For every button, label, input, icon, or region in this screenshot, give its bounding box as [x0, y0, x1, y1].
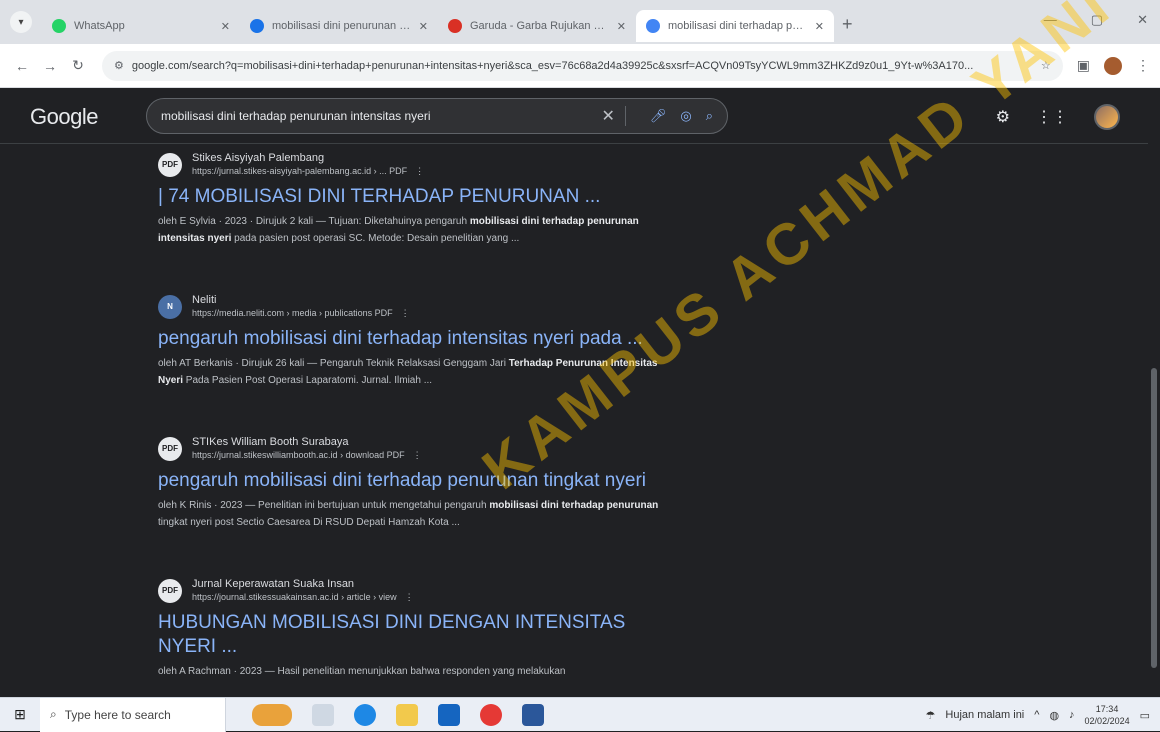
maximize-button[interactable]: ▢: [1091, 12, 1103, 28]
more-options-icon[interactable]: ⋮: [401, 308, 410, 318]
result-source[interactable]: Jurnal Keperawatan Suaka Insan: [192, 578, 414, 590]
weather-text[interactable]: Hujan malam ini: [945, 709, 1024, 721]
clock[interactable]: 17:34 02/02/2024: [1085, 703, 1130, 727]
search-input[interactable]: [161, 109, 594, 123]
close-icon[interactable]: ✕: [617, 20, 626, 33]
pdf-icon: PDF: [158, 152, 182, 177]
search-result: PDF STIKes William Booth Surabaya https:…: [158, 436, 678, 531]
result-title-link[interactable]: HUBUNGAN MOBILISASI DINI DENGAN INTENSIT…: [158, 611, 628, 659]
search-box: ✕ 🎤︎ ◎ ⌕: [146, 98, 728, 134]
clear-icon[interactable]: ✕: [601, 106, 614, 126]
pdf-icon: PDF: [158, 578, 182, 603]
result-title-link[interactable]: | 74 MOBILISASI DINI TERHADAP PENURUNAN …: [158, 185, 678, 209]
browser-tab-mobilisasi[interactable]: mobilisasi dini penurunan nyeri ✕: [240, 10, 438, 42]
lens-icon[interactable]: ◎: [680, 108, 691, 124]
result-snippet: oleh E Sylvia · 2023 · Dirujuk 2 kali — …: [158, 216, 639, 244]
scrollbar-thumb[interactable]: [1151, 368, 1157, 668]
browser-tab-google-search[interactable]: mobilisasi dini terhadap penurunan ✕: [636, 10, 834, 42]
search-result: N Neliti https://media.neliti.com › medi…: [158, 294, 678, 389]
avatar[interactable]: [1094, 104, 1120, 130]
result-snippet: oleh A Rachman · 2023 — Hasil penelitian…: [158, 666, 566, 677]
close-icon[interactable]: ✕: [419, 20, 428, 33]
search-icon: ⌕: [50, 707, 57, 721]
minimize-button[interactable]: —: [1044, 12, 1057, 28]
apps-grid-icon[interactable]: ⋮⋮: [1036, 107, 1068, 127]
windows-start-icon[interactable]: ⊞: [0, 706, 40, 723]
result-url: https://media.neliti.com › media › publi…: [192, 308, 410, 318]
result-url: https://jurnal.stikeswilliambooth.ac.id …: [192, 450, 422, 460]
close-window-button[interactable]: ✕: [1137, 12, 1148, 28]
google-header: Google ✕ 🎤︎ ◎ ⌕ ⚙ ⋮⋮: [0, 88, 1160, 144]
settings-gear-icon[interactable]: ⚙: [996, 107, 1010, 127]
more-options-icon[interactable]: ⋮: [413, 450, 422, 460]
chrome-icon[interactable]: [480, 703, 502, 726]
news-widget-icon[interactable]: [252, 703, 292, 726]
notifications-icon[interactable]: ▭: [1140, 709, 1150, 722]
pdf-icon: PDF: [158, 436, 182, 461]
new-tab-button[interactable]: +: [842, 14, 853, 35]
window-controls: — ▢ ✕: [1044, 12, 1148, 28]
more-options-icon[interactable]: ⋮: [405, 592, 414, 602]
browser-tab-garuda[interactable]: Garuda - Garba Rujukan Digital ✕: [438, 10, 636, 42]
neliti-icon: N: [158, 294, 182, 319]
file-explorer-icon[interactable]: [396, 703, 418, 726]
taskbar-search[interactable]: ⌕ Type here to search: [40, 697, 226, 732]
result-url: https://jurnal.stikes-aisyiyah-palembang…: [192, 166, 425, 176]
browser-toolbar: ← → ↻ ⚙ google.com/search?q=mobilisasi+d…: [0, 44, 1160, 88]
address-url: google.com/search?q=mobilisasi+dini+terh…: [131, 59, 974, 72]
result-source[interactable]: STIKes William Booth Surabaya: [192, 436, 422, 448]
close-icon[interactable]: ✕: [221, 20, 230, 33]
search-result: PDF Jurnal Keperawatan Suaka Insan https…: [158, 578, 678, 680]
word-icon[interactable]: [522, 703, 544, 726]
profile-avatar[interactable]: [1104, 56, 1122, 75]
result-url: https://journal.stikessuakainsan.ac.id ›…: [192, 592, 414, 602]
clock-date: 02/02/2024: [1084, 716, 1130, 726]
reload-button[interactable]: ↻: [66, 57, 90, 74]
garuda-icon: [448, 19, 462, 33]
network-icon[interactable]: ◍: [1049, 709, 1059, 722]
search-icon[interactable]: ⌕: [706, 108, 713, 124]
tab-title: WhatsApp: [74, 20, 125, 32]
google-logo[interactable]: Google: [30, 104, 98, 130]
result-source[interactable]: Neliti: [192, 294, 410, 306]
task-view-icon[interactable]: [312, 703, 334, 726]
edge-icon[interactable]: [354, 703, 376, 726]
system-tray: ☂ Hujan malam ini ^ ◍ ♪ 17:34 02/02/2024…: [926, 698, 1150, 732]
google-icon: [646, 19, 660, 33]
browser-tab-whatsapp[interactable]: WhatsApp ✕: [42, 10, 240, 42]
back-button[interactable]: ←: [10, 58, 34, 74]
tab-title: mobilisasi dini penurunan nyeri: [272, 20, 413, 32]
sidepanel-icon[interactable]: ▣: [1077, 57, 1090, 74]
site-info-icon[interactable]: ⚙: [114, 59, 124, 72]
store-icon[interactable]: [438, 703, 460, 726]
divider: [624, 106, 626, 126]
clock-time: 17:34: [1095, 704, 1119, 714]
chevron-up-icon[interactable]: ^: [1034, 709, 1039, 721]
close-icon[interactable]: ✕: [815, 20, 824, 33]
bookmark-star-icon[interactable]: ☆: [1041, 59, 1051, 72]
browser-tab-bar: ▾ WhatsApp ✕ mobilisasi dini penurunan n…: [0, 0, 1160, 44]
tab-title: Garuda - Garba Rujukan Digital: [470, 20, 611, 32]
address-bar[interactable]: ⚙ google.com/search?q=mobilisasi+dini+te…: [102, 50, 1063, 81]
forward-button[interactable]: →: [38, 58, 62, 74]
result-title-link[interactable]: pengaruh mobilisasi dini terhadap penuru…: [158, 469, 678, 493]
whatsapp-icon: [52, 19, 66, 33]
weather-icon[interactable]: ☂: [926, 709, 936, 722]
result-title-link[interactable]: pengaruh mobilisasi dini terhadap intens…: [158, 327, 678, 351]
more-options-icon[interactable]: ⋮: [415, 166, 424, 176]
taskbar-search-placeholder: Type here to search: [64, 707, 171, 722]
taskbar-apps: [252, 703, 544, 726]
search-result: PDF Stikes Aisyiyah Palembang https://ju…: [158, 152, 678, 247]
menu-kebab-icon[interactable]: ⋮: [1136, 57, 1150, 74]
windows-taskbar: ⊞ ⌕ Type here to search ☂ Hujan malam in…: [0, 697, 1160, 732]
page-scrollbar[interactable]: [1148, 88, 1160, 696]
volume-icon[interactable]: ♪: [1069, 709, 1075, 721]
result-source[interactable]: Stikes Aisyiyah Palembang: [192, 152, 424, 164]
site-icon: [250, 19, 264, 33]
result-snippet: oleh AT Berkanis · Dirujuk 26 kali — Pen…: [158, 358, 658, 386]
tab-search-button[interactable]: ▾: [10, 11, 32, 33]
microphone-icon[interactable]: 🎤︎: [650, 108, 667, 124]
tab-title: mobilisasi dini terhadap penurunan: [668, 20, 809, 32]
result-snippet: oleh K Rinis · 2023 — Penelitian ini ber…: [158, 500, 659, 528]
